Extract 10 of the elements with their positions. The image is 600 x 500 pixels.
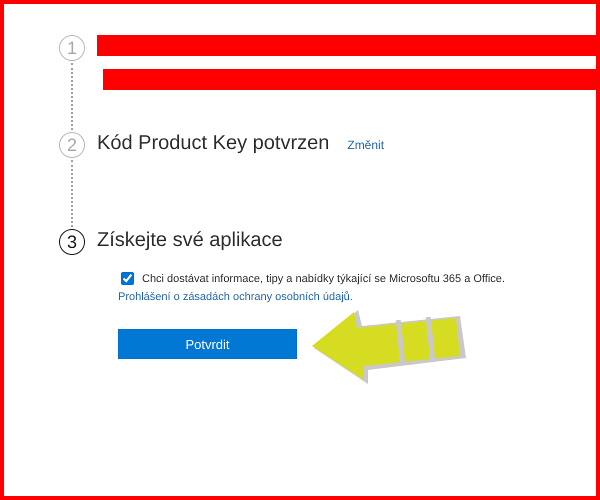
consent-text: Chci dostávat informace, tipy a nabídky týkající se Microsoftu 365 a Office. xyxy=(142,272,505,284)
confirm-button[interactable]: Potvrdit xyxy=(118,329,297,359)
consent-checkbox[interactable] xyxy=(121,272,134,285)
step-title: Kód Product Key potvrzen xyxy=(97,132,330,155)
step-number: 1 xyxy=(59,35,85,61)
step-title: Získejte své aplikace xyxy=(97,229,283,252)
change-link[interactable]: Změnit xyxy=(347,138,384,152)
step-number: 3 xyxy=(59,229,85,255)
privacy-link[interactable]: Prohlášení o zásadách ochrany osobních údajů. xyxy=(118,291,596,303)
step-number: 2 xyxy=(59,132,85,158)
